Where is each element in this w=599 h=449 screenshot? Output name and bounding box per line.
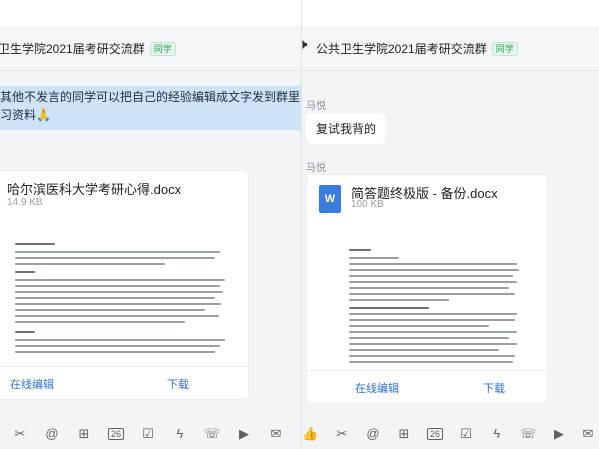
thumbs-up-icon[interactable]: 👍 bbox=[302, 426, 318, 442]
word-file-icon: W bbox=[319, 185, 341, 213]
checkbox-icon[interactable]: ☑ bbox=[140, 426, 156, 442]
add-file-icon[interactable]: ⊞ bbox=[76, 426, 92, 442]
at-icon[interactable]: @ bbox=[44, 426, 60, 441]
mail-icon[interactable]: ✉ bbox=[268, 426, 284, 442]
phone-icon[interactable]: ☏ bbox=[520, 426, 536, 442]
download-button[interactable]: 下载 bbox=[167, 376, 189, 392]
download-button[interactable]: 下载 bbox=[483, 380, 505, 396]
file-card-footer: 在线编辑 下载 bbox=[0, 366, 248, 399]
chat-pane-left: 卫生学院2021届考研交流群 同学 其他不发言的同学可以把自己的经验编辑成文字发到… bbox=[0, 0, 302, 449]
message-bubble-self: 其他不发言的同学可以把自己的经验编辑成文字发到群里 还 习资料🙏 bbox=[0, 86, 302, 130]
online-edit-button[interactable]: 在线编辑 bbox=[10, 376, 54, 392]
input-toolbar: 👍 ✂ @ ⊞ 26 ☑ ϟ ☏ ▶ ✉ bbox=[302, 420, 599, 449]
add-file-icon[interactable]: ⊞ bbox=[396, 426, 412, 442]
calendar-26-icon[interactable]: 26 bbox=[108, 428, 124, 440]
calendar-26-icon[interactable]: 26 bbox=[427, 428, 443, 440]
document-preview[interactable] bbox=[319, 225, 541, 371]
file-size: 100 KB bbox=[351, 199, 384, 210]
top-strip bbox=[302, 0, 599, 26]
lightning-icon[interactable]: ϟ bbox=[172, 426, 188, 441]
chat-pane-right: 🕨 公共卫生学院2021届考研交流群 同学 马悦 复试我背的 马悦 W 简答题终极… bbox=[302, 0, 599, 449]
top-strip bbox=[0, 0, 302, 26]
checkbox-icon[interactable]: ☑ bbox=[458, 426, 474, 442]
sender-name: 马悦 bbox=[306, 163, 326, 174]
file-card[interactable]: 哈尔滨医科大学考研心得.docx 14.9 KB 在线编辑 下载 bbox=[0, 170, 249, 400]
phone-icon[interactable]: ☏ bbox=[204, 426, 220, 442]
video-icon[interactable]: ▶ bbox=[236, 426, 252, 442]
notice-text-line1: 其他不发言的同学可以把自己的经验编辑成文字发到群里 还 bbox=[0, 90, 302, 104]
chat-title: 卫生学院2021届考研交流群 同学 bbox=[0, 40, 176, 57]
video-icon[interactable]: ▶ bbox=[551, 426, 567, 442]
file-name[interactable]: 哈尔滨医科大学考研心得.docx bbox=[7, 179, 181, 198]
input-toolbar: ✂ @ ⊞ 26 ☑ ϟ ☏ ▶ ✉ bbox=[0, 420, 302, 449]
message-bubble: 复试我背的 bbox=[306, 113, 387, 144]
group-tag: 同学 bbox=[491, 42, 518, 56]
lightning-icon[interactable]: ϟ bbox=[489, 426, 505, 441]
online-edit-button[interactable]: 在线编辑 bbox=[355, 380, 399, 396]
scissors-icon[interactable]: ✂ bbox=[334, 426, 350, 442]
chat-header: 🕨 公共卫生学院2021届考研交流群 同学 bbox=[302, 26, 599, 71]
file-size: 14.9 KB bbox=[7, 197, 43, 208]
chat-header: 卫生学院2021届考研交流群 同学 bbox=[0, 26, 302, 71]
at-icon[interactable]: @ bbox=[365, 426, 381, 441]
scissors-icon[interactable]: ✂ bbox=[12, 426, 28, 442]
document-preview[interactable] bbox=[7, 221, 235, 361]
mail-icon[interactable]: ✉ bbox=[580, 426, 596, 442]
group-tag: 同学 bbox=[149, 42, 176, 56]
group-avatar-icon: 🕨 bbox=[302, 36, 308, 53]
chat-title: 公共卫生学院2021届考研交流群 同学 bbox=[316, 40, 518, 57]
file-card[interactable]: W 简答题终极版 - 备份.docx 100 KB 在线编辑 下载 bbox=[306, 174, 548, 404]
notice-text-line2: 习资料🙏 bbox=[0, 108, 51, 122]
file-card-footer: 在线编辑 下载 bbox=[307, 370, 547, 403]
sender-name: 马悦 bbox=[306, 101, 326, 112]
group-name: 卫生学院2021届考研交流群 bbox=[0, 42, 145, 56]
group-name: 公共卫生学院2021届考研交流群 bbox=[316, 42, 487, 56]
